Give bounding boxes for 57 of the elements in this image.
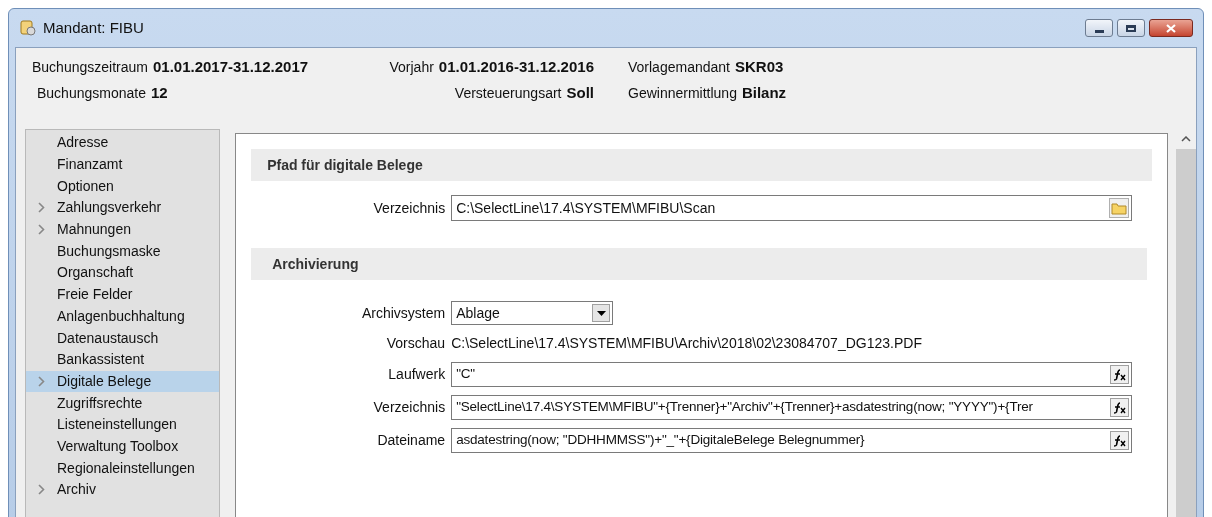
sidebar-item[interactable]: Adresse: [26, 132, 220, 154]
formula-icon[interactable]: [1110, 431, 1130, 450]
minimize-button[interactable]: [1085, 19, 1113, 37]
field-label: Archivsystem: [360, 303, 447, 323]
close-button[interactable]: [1149, 19, 1193, 37]
folder-icon[interactable]: [1109, 198, 1130, 218]
sidebar-item[interactable]: Datenaustausch: [26, 327, 220, 349]
field-label: Laufwerk: [387, 365, 447, 384]
preview-path: C:\SelectLine\17.4\SYSTEM\MFIBU\Archiv\2018\02\23084707_DG123.PDF: [451, 334, 922, 353]
field-label: Verzeichnis: [372, 398, 447, 417]
maximize-button[interactable]: [1117, 19, 1145, 37]
section-header: Pfad für digitale Belege: [251, 149, 1153, 181]
sidebar-item[interactable]: Listeneinstellungen: [26, 413, 220, 436]
sidebar-item[interactable]: Regionaleinstellungen: [26, 457, 220, 479]
sidebar-item[interactable]: Zugriffsrechte: [26, 392, 220, 414]
sidebar-item[interactable]: Digitale Belege: [26, 370, 220, 393]
sidebar-item[interactable]: Organschaft: [26, 262, 220, 284]
formula-icon[interactable]: [1110, 365, 1130, 384]
sidebar-item[interactable]: Finanzamt: [26, 153, 220, 176]
sidebar-item[interactable]: Freie Felder: [26, 283, 220, 306]
info-value: Bilanz: [741, 83, 787, 103]
info-value: SKR03: [734, 57, 784, 77]
sidebar-item[interactable]: Zahlungsverkehr: [26, 197, 220, 219]
sidebar-item[interactable]: Buchungsmaske: [26, 240, 220, 263]
info-label: Buchungsmonate: [37, 84, 146, 103]
chevron-right-icon[interactable]: [38, 375, 45, 387]
formula-field[interactable]: asdatestring(now; "DDHHMMSS")+"_"+{DigitaleBelege Belegnummer}: [451, 428, 1133, 453]
sidebar-item[interactable]: Verwaltung Toolbox: [26, 435, 220, 458]
info-value: Soll: [566, 83, 594, 103]
info-label: Versteuerungsart: [454, 84, 562, 103]
sidebar-item[interactable]: Mahnungen: [26, 218, 220, 241]
section-header: Archivierung: [251, 248, 1148, 280]
chevron-right-icon[interactable]: [38, 484, 45, 496]
info-label: Buchungszeitraum: [32, 58, 148, 77]
field-label: Vorschau: [385, 334, 447, 353]
info-label: Gewinnermittlung: [628, 84, 737, 103]
sidebar-item[interactable]: Anlagenbuchhaltung: [26, 305, 220, 328]
chevron-right-icon[interactable]: [38, 202, 45, 214]
app-icon: [19, 19, 37, 37]
info-label: Vorlagemandant: [628, 58, 730, 77]
chevron-right-icon[interactable]: [38, 224, 45, 236]
field-label: Dateiname: [376, 431, 447, 450]
formula-field[interactable]: "SelectLine\17.4\SYSTEM\MFIBU"+{Trenner}+"Archiv"+{Trenner}+asdatestring(now; "YYYY")+{Trer: [451, 395, 1133, 420]
field-label: Verzeichnis: [372, 198, 447, 218]
info-value: 12: [150, 83, 168, 103]
formula-icon[interactable]: [1110, 398, 1130, 417]
info-label: Vorjahr: [389, 58, 434, 77]
sidebar-item[interactable]: Archiv: [26, 479, 220, 501]
info-value: 01.01.2017-31.12.2017: [152, 57, 309, 77]
sidebar-item[interactable]: Bankassistent: [26, 348, 220, 371]
window-title: Mandant: FIBU: [43, 17, 145, 38]
directory-field[interactable]: C:\SelectLine\17.4\SYSTEM\MFIBU\Scan: [451, 195, 1133, 221]
sidebar-item[interactable]: Optionen: [26, 175, 220, 198]
close-icon[interactable]: [1166, 23, 1176, 33]
info-value: 01.01.2016-31.12.2016: [438, 57, 594, 77]
archive-system-dropdown[interactable]: Ablage: [451, 301, 614, 325]
formula-field[interactable]: "C": [451, 362, 1133, 387]
